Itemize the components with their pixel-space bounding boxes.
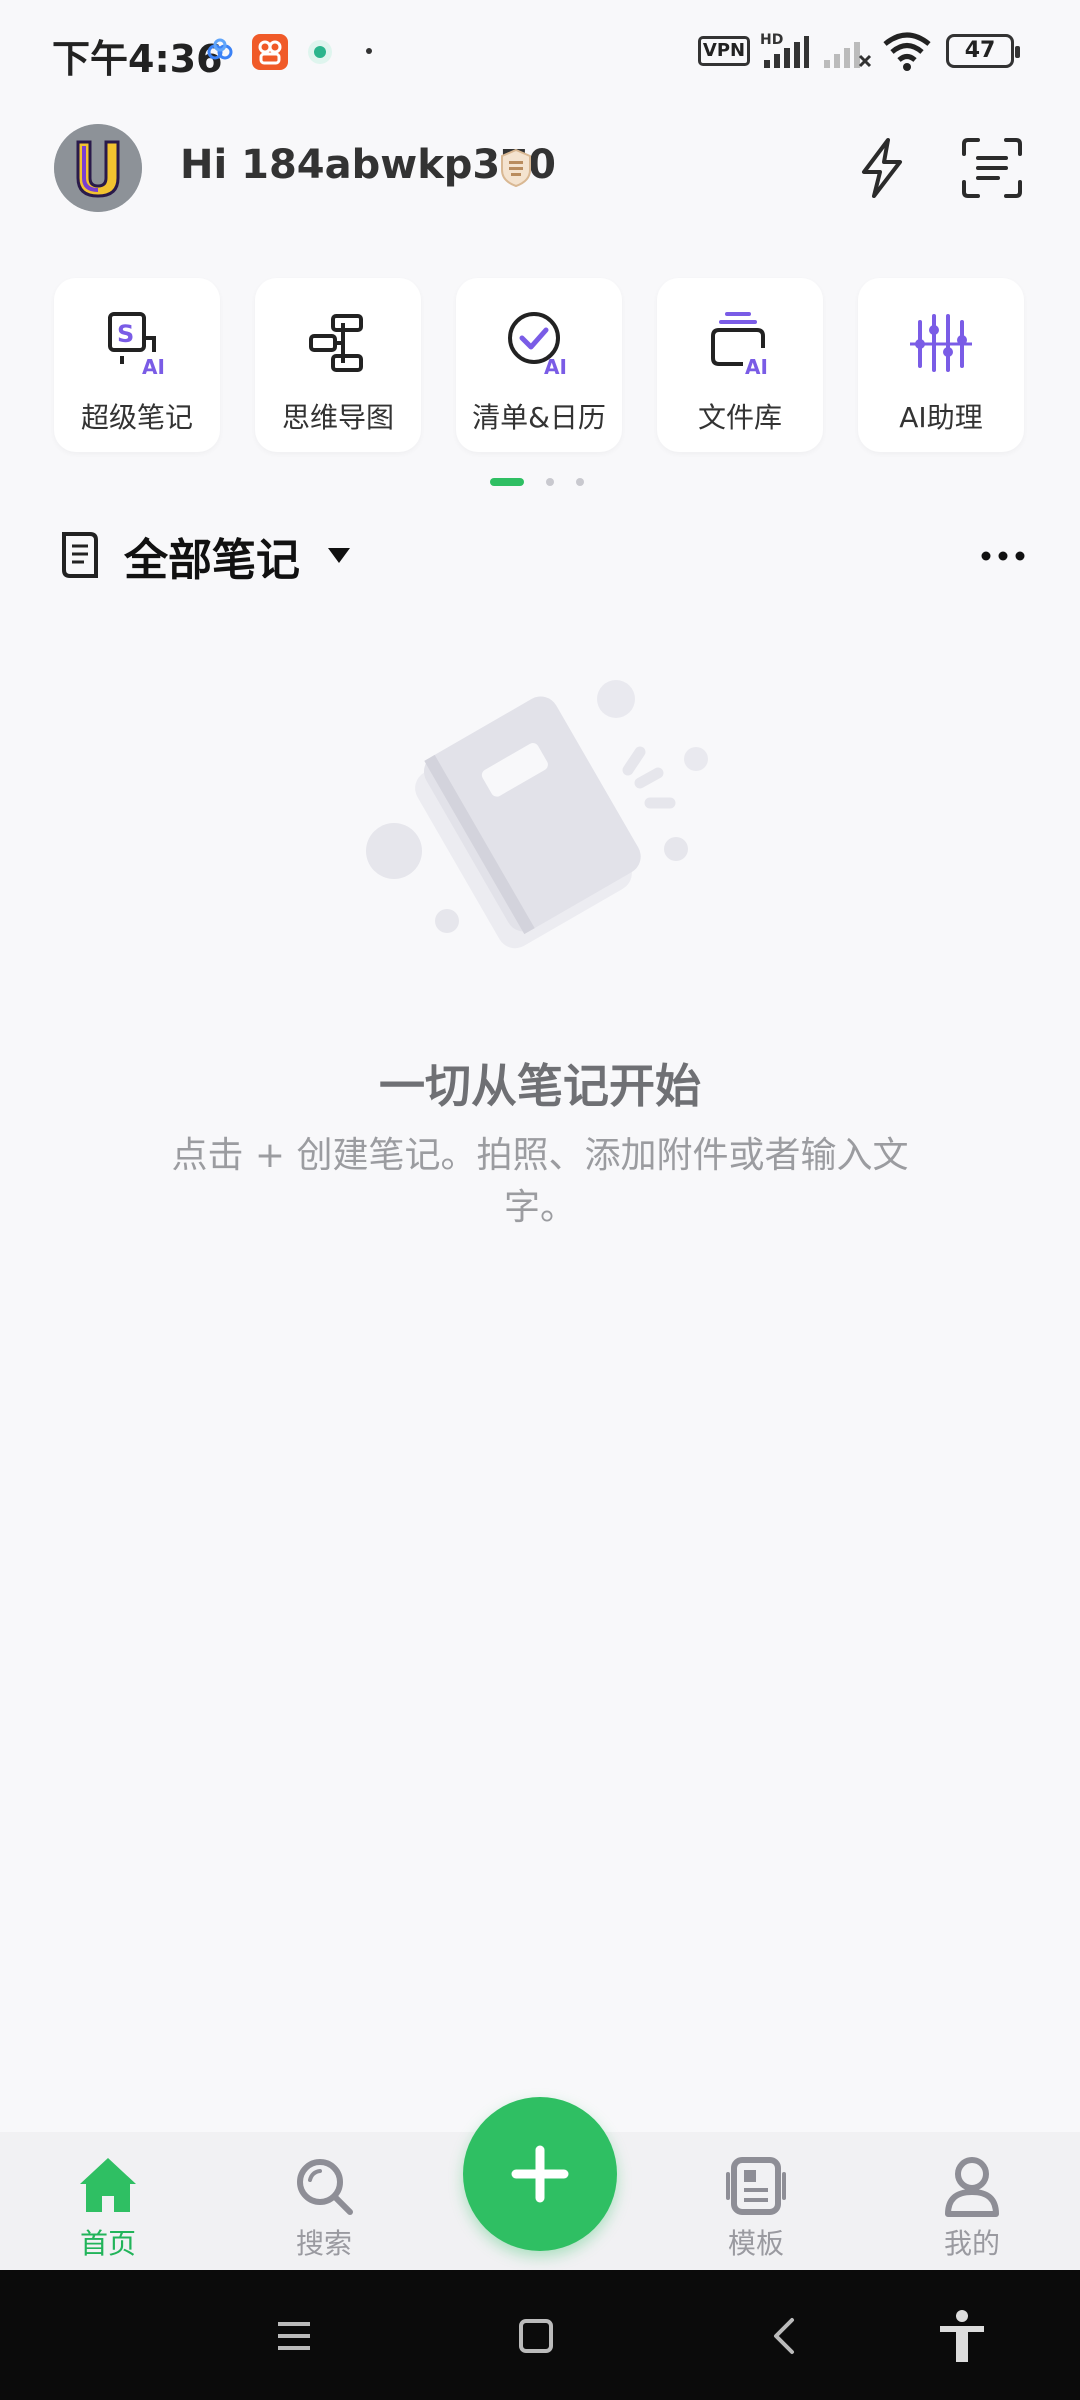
tab-search[interactable]: 搜索: [244, 2132, 404, 2270]
svg-text:AI: AI: [745, 355, 768, 378]
quick-tools: S AI 超级笔记 思维导图 AI 清单&日历 AI 文件库 AI助理: [54, 278, 1026, 454]
tool-file-library[interactable]: AI 文件库: [657, 278, 823, 452]
cloud-app-icon: [207, 38, 233, 60]
accessibility-icon[interactable]: [934, 2308, 990, 2364]
more-notifications-dot: [366, 48, 372, 54]
app-notification-icon: [252, 34, 288, 70]
signal-no-service-icon: [824, 42, 872, 68]
tool-mind-map[interactable]: 思维导图: [255, 278, 421, 452]
pager-dot: [546, 478, 554, 486]
back-icon[interactable]: [758, 2308, 814, 2364]
super-note-icon: S AI: [108, 312, 165, 378]
tab-label: 模板: [727, 2227, 784, 2260]
file-library-icon: AI: [711, 312, 768, 378]
tab-label: 首页: [79, 2227, 136, 2260]
battery-indicator: 47: [946, 34, 1020, 68]
svg-text:S: S: [117, 320, 134, 348]
add-note-button[interactable]: [463, 2097, 617, 2251]
tab-profile[interactable]: 我的: [892, 2132, 1052, 2270]
scan-icon[interactable]: [960, 136, 1024, 200]
notes-section-header: 全部笔记: [54, 524, 1026, 588]
tool-super-note[interactable]: S AI 超级笔记: [54, 278, 220, 452]
svg-text:AI: AI: [544, 355, 567, 378]
home-icon: [80, 2158, 136, 2212]
tool-label: 清单&日历: [472, 401, 606, 434]
tool-ai-assistant[interactable]: AI助理: [858, 278, 1024, 452]
tool-label: 思维导图: [281, 401, 394, 434]
flash-icon[interactable]: [850, 136, 914, 200]
svg-text:AI: AI: [142, 355, 165, 378]
member-badge-icon[interactable]: [498, 148, 534, 188]
chevron-down-icon[interactable]: [326, 546, 352, 566]
pager-dot: [576, 478, 584, 486]
empty-state-title: 一切从笔记开始: [379, 1059, 701, 1113]
all-notes-dropdown[interactable]: 全部笔记: [124, 524, 300, 588]
tool-checklist-calendar[interactable]: AI 清单&日历: [456, 278, 622, 452]
template-icon: [726, 2157, 786, 2215]
tool-label: AI助理: [899, 401, 983, 434]
home-button-icon[interactable]: [508, 2308, 564, 2364]
ai-assistant-icon: [910, 314, 972, 372]
checklist-calendar-icon: AI: [508, 312, 567, 378]
plus-icon: [511, 2145, 569, 2203]
tool-label: 文件库: [697, 401, 782, 434]
system-navigation-bar: [0, 2270, 1080, 2400]
shield-app-icon: [308, 40, 332, 64]
empty-state-description: 点击 + 创建笔记。拍照、添加附件或者输入文字。: [171, 1135, 909, 1228]
home-header: Hi 184abwkp370: [0, 118, 1080, 218]
status-bar: 下午4:36 VPN HD 47: [0, 0, 1080, 104]
more-options-icon[interactable]: [980, 550, 1026, 562]
mind-map-icon: [309, 314, 363, 372]
notebook-icon: [62, 532, 98, 578]
menu-icon[interactable]: [266, 2308, 322, 2364]
tab-label: 搜索: [295, 2227, 352, 2260]
vpn-badge: VPN: [698, 36, 750, 66]
tool-label: 超级笔记: [80, 401, 193, 434]
pager-dot-active: [490, 478, 524, 486]
search-icon: [297, 2159, 353, 2215]
profile-icon: [945, 2157, 999, 2217]
tab-label: 我的: [943, 2227, 1000, 2260]
avatar-logo-icon: [54, 124, 142, 212]
status-time: 下午4:36: [52, 37, 223, 81]
signal-strength-icon: [764, 36, 809, 68]
avatar[interactable]: [54, 124, 142, 212]
tab-templates[interactable]: 模板: [676, 2132, 836, 2270]
tab-home[interactable]: 首页: [28, 2132, 188, 2270]
empty-notebook-illustration: [366, 680, 708, 949]
wifi-icon: [883, 32, 931, 71]
